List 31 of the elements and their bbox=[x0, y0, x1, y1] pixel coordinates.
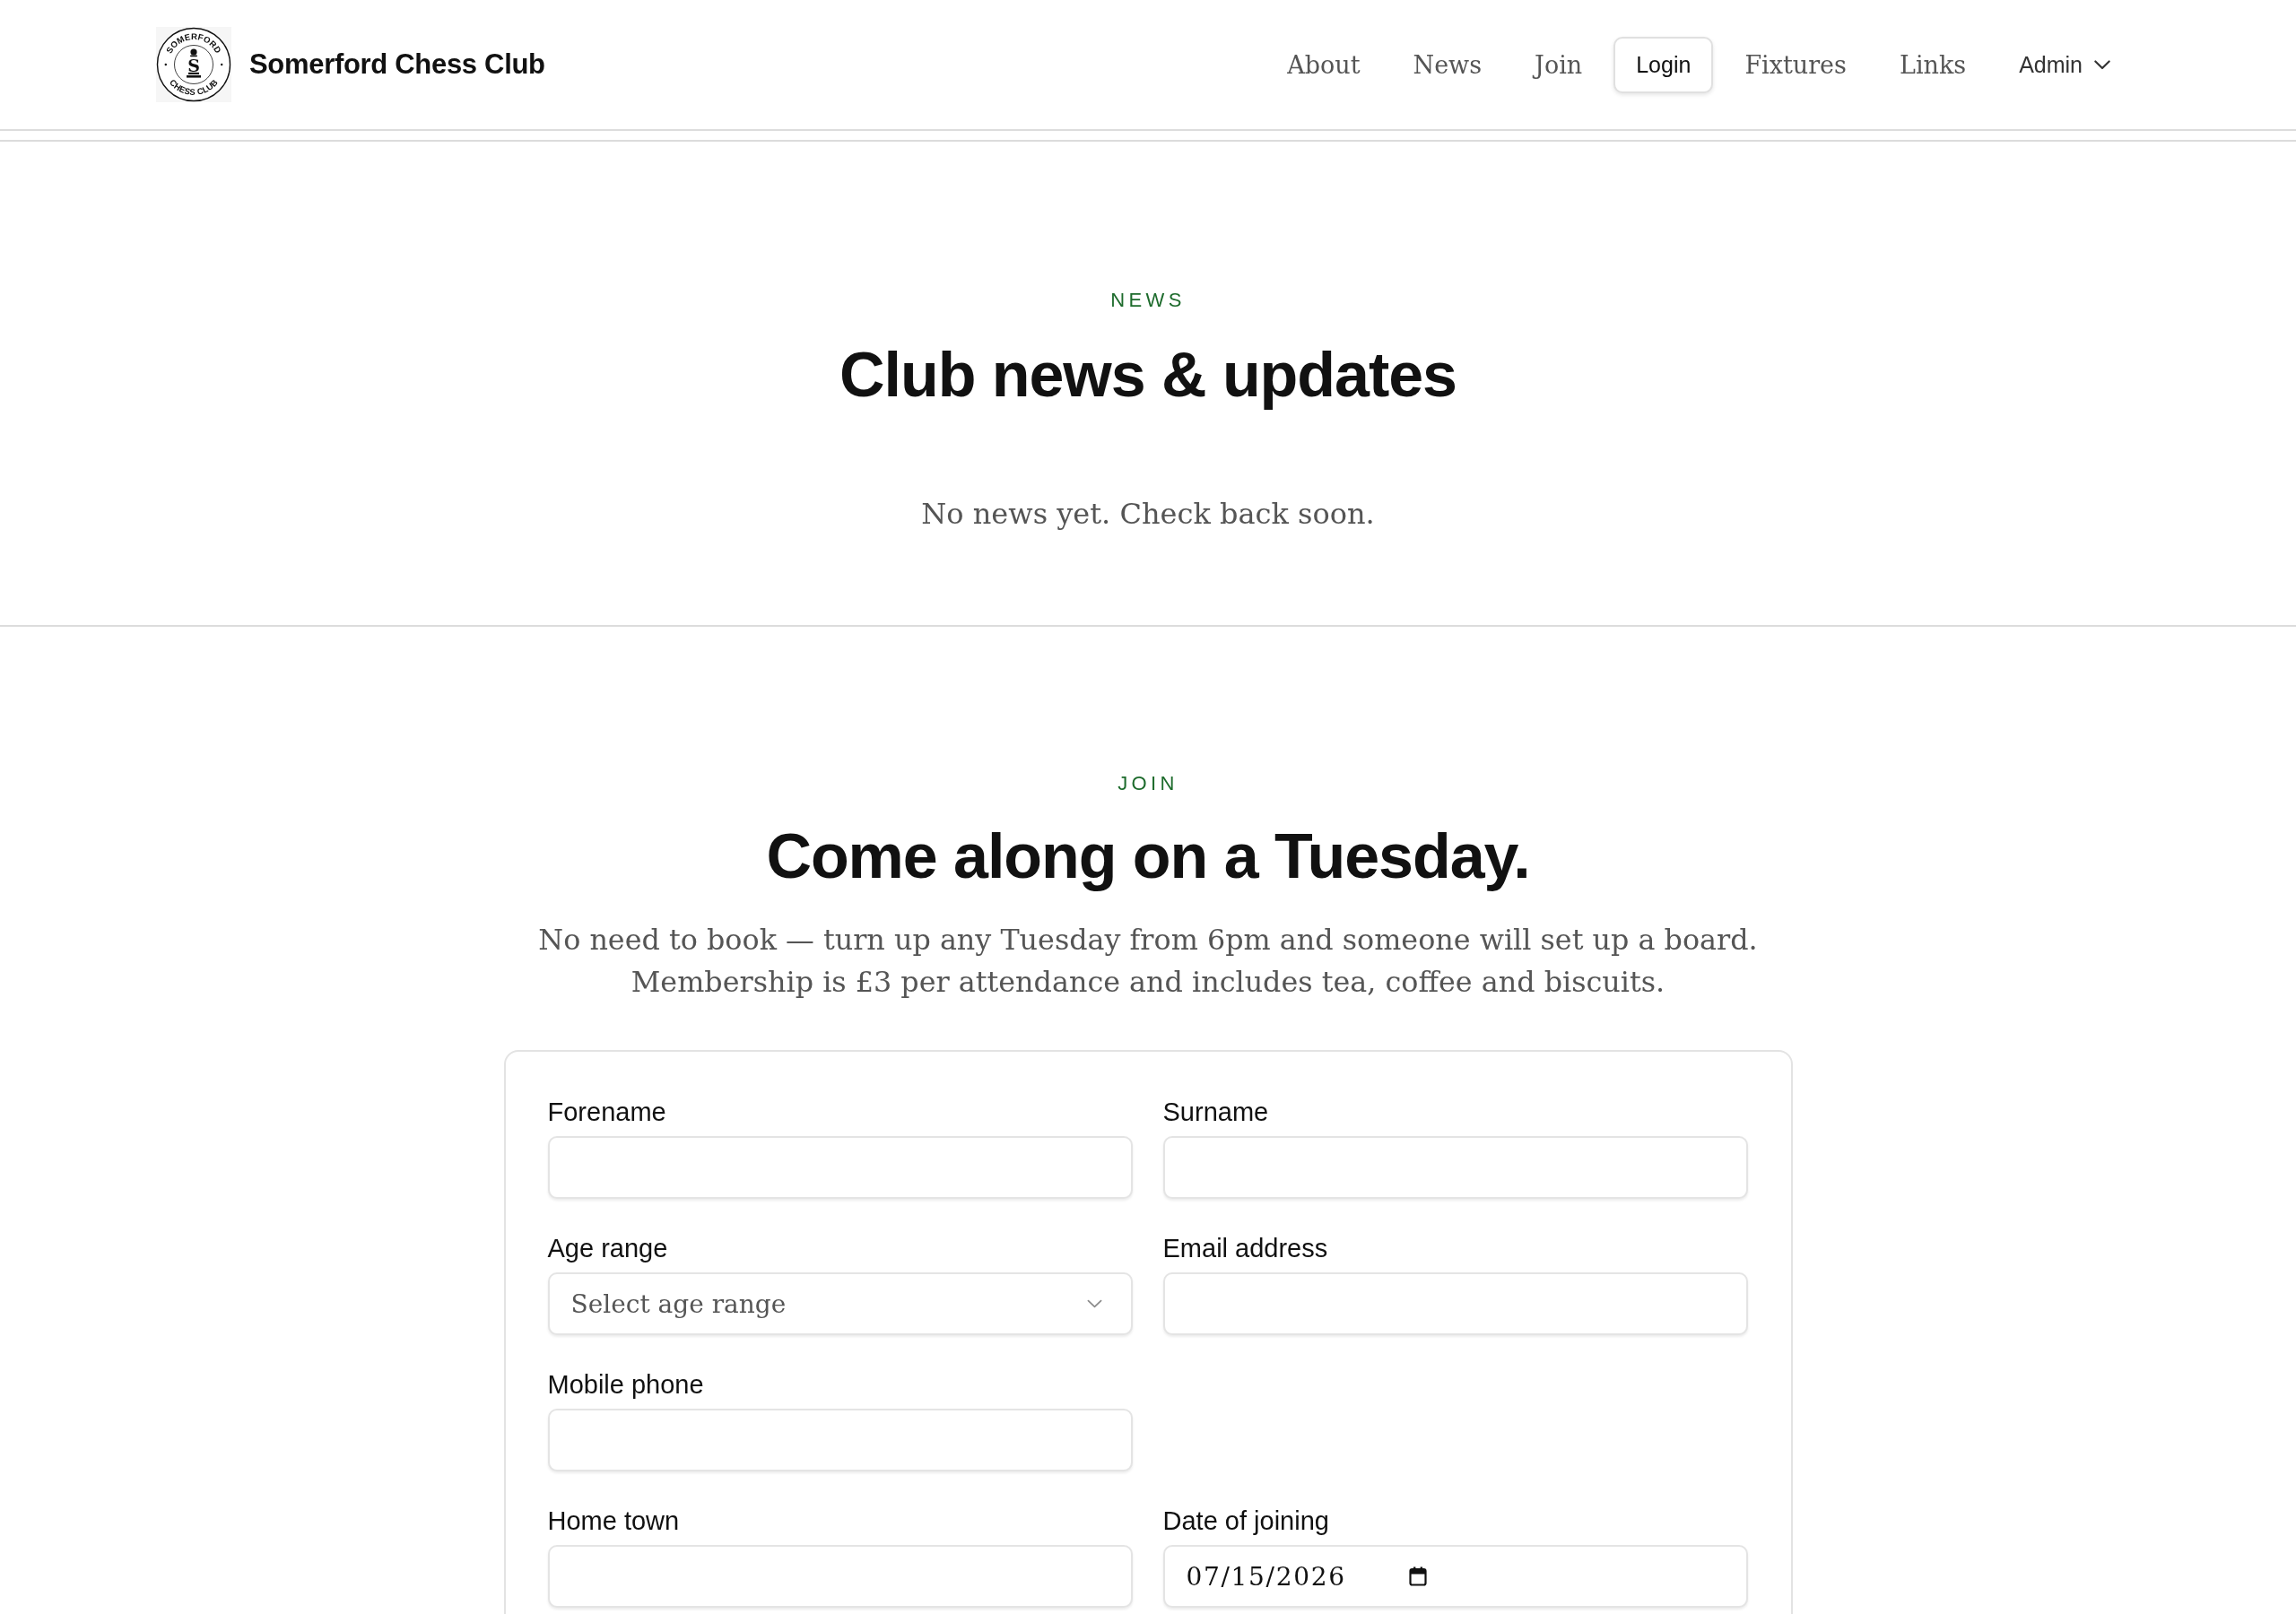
field-label: Home town bbox=[547, 1506, 680, 1536]
nav-link[interactable]: News bbox=[1391, 43, 1504, 86]
nav-button[interactable]: Login bbox=[1613, 36, 1714, 93]
section-label: NEWS bbox=[1110, 288, 1186, 313]
input-field[interactable] bbox=[1162, 1136, 1748, 1199]
input-field[interactable] bbox=[547, 1136, 1133, 1199]
date-field[interactable]: 07/15/2026 bbox=[1162, 1545, 1748, 1608]
field-label: Date of joining bbox=[1162, 1506, 1329, 1536]
nav-link[interactable]: Fixtures bbox=[1723, 43, 1868, 86]
select-field[interactable]: Select age range bbox=[547, 1272, 1133, 1335]
chevron-down-icon bbox=[2094, 59, 2110, 70]
calendar-icon[interactable] bbox=[1408, 1566, 1427, 1586]
nav-link[interactable]: About bbox=[1265, 43, 1382, 86]
input-field[interactable] bbox=[1162, 1272, 1748, 1335]
field-label: Forename bbox=[547, 1097, 666, 1127]
chevron-down-icon bbox=[1086, 1299, 1102, 1308]
section-heading: Club news & updates bbox=[839, 339, 1457, 412]
site-title: Somerford Chess Club bbox=[249, 48, 545, 81]
input-field[interactable] bbox=[547, 1409, 1133, 1471]
intro-text: No need to book — turn up any Tuesday from 6pm and someone will set up a board. Membership is £3 per attendance and includes tea, coffee and biscuits. bbox=[538, 922, 1758, 1000]
nav-dropdown[interactable]: Admin bbox=[1997, 44, 2138, 85]
section-label: JOIN bbox=[1118, 771, 1178, 796]
input-field[interactable] bbox=[547, 1545, 1133, 1608]
nav-link[interactable]: Links bbox=[1877, 43, 1988, 86]
field-label: Mobile phone bbox=[547, 1369, 704, 1400]
empty-message: No news yet. Check back soon. bbox=[921, 496, 1375, 532]
section-heading: Come along on a Tuesday. bbox=[766, 820, 1530, 893]
nav-link[interactable]: Join bbox=[1513, 43, 1605, 86]
field-label: Email address bbox=[1162, 1233, 1328, 1263]
field-label: Surname bbox=[1162, 1097, 1269, 1127]
field-label: Age range bbox=[547, 1233, 668, 1263]
